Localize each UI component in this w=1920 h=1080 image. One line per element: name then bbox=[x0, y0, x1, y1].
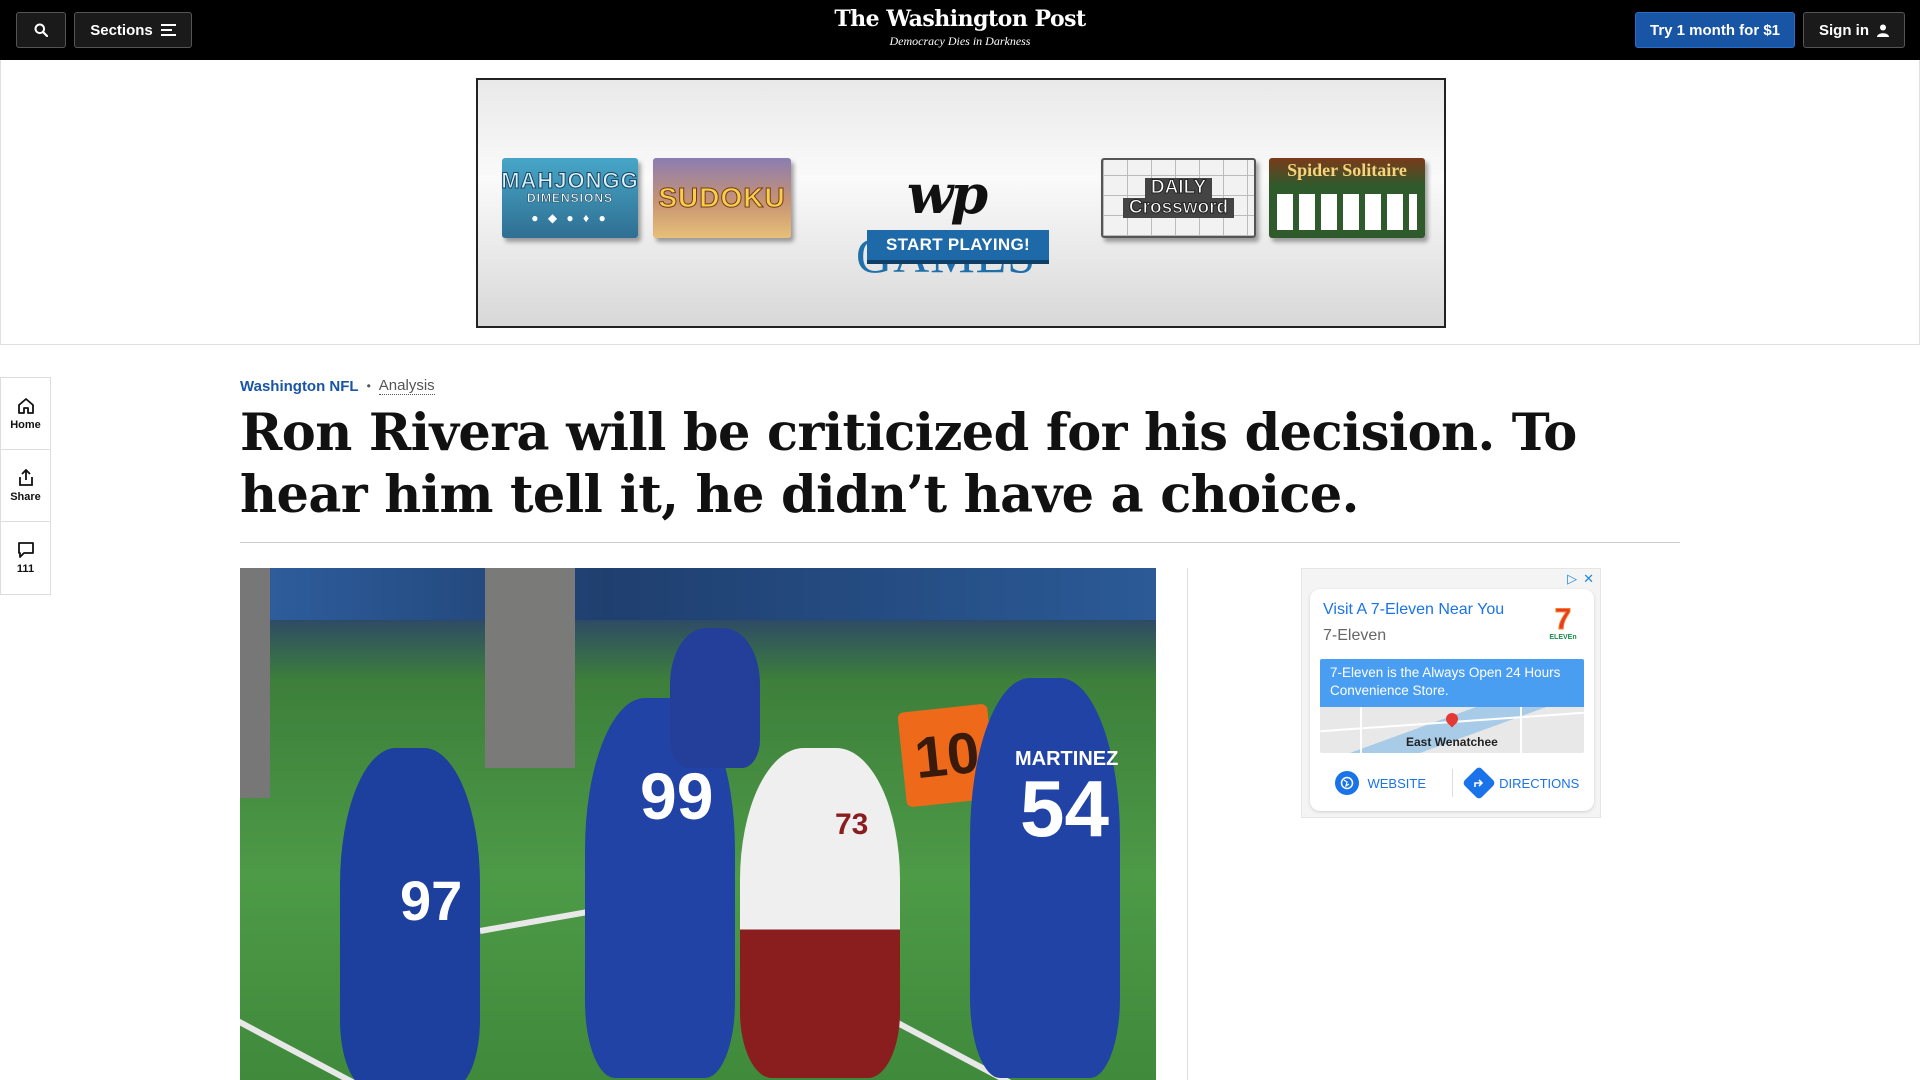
column-divider bbox=[1187, 568, 1188, 1080]
home-button[interactable]: Home bbox=[1, 378, 50, 450]
share-label: Share bbox=[10, 490, 41, 503]
website-button[interactable]: WEBSITE bbox=[1310, 771, 1452, 795]
seven-eleven-logo: 7 ELEVEn bbox=[1546, 603, 1580, 643]
player-54 bbox=[970, 678, 1120, 1078]
logo-seven: 7 bbox=[1554, 602, 1572, 636]
wp-mark: wp bbox=[906, 162, 988, 226]
sudoku-title: SUDOKU bbox=[658, 182, 786, 214]
ad-advertiser: 7-Eleven bbox=[1323, 627, 1387, 644]
wp-games-logo: wp GAMES bbox=[830, 162, 1062, 284]
player-back bbox=[670, 628, 760, 768]
mahjongg-subtitle: DIMENSIONS bbox=[526, 191, 613, 206]
home-label: Home bbox=[10, 418, 41, 431]
analysis-label[interactable]: Analysis bbox=[378, 377, 435, 395]
home-icon bbox=[17, 397, 34, 414]
crossword-title-1: DAILY bbox=[1144, 177, 1213, 198]
directions-label: DIRECTIONS bbox=[1499, 775, 1580, 791]
map-city-label: East Wenatchee bbox=[1406, 735, 1498, 749]
article-kicker: Washington NFL • Analysis bbox=[240, 377, 435, 395]
map-road bbox=[1520, 707, 1522, 753]
subscribe-button[interactable]: Try 1 month for $1 bbox=[1635, 12, 1795, 48]
share-icon bbox=[18, 468, 33, 486]
mahjongg-tiles-icon: ● ◆ ● ♦ ● bbox=[531, 211, 609, 225]
site-logo[interactable]: The Washington Post Democracy Dies in Da… bbox=[0, 6, 1920, 49]
left-action-rail: Home Share 111 bbox=[0, 377, 51, 595]
directions-icon bbox=[1462, 766, 1497, 800]
comment-icon bbox=[17, 542, 34, 558]
mahjongg-title: MAHJONGG bbox=[502, 168, 638, 193]
solitaire-title: Spider Solitaire bbox=[1287, 160, 1407, 180]
logo-tagline: Democracy Dies in Darkness bbox=[889, 34, 1031, 48]
jersey-number: 99 bbox=[640, 759, 714, 833]
website-label: WEBSITE bbox=[1367, 775, 1426, 791]
comments-button[interactable]: 111 bbox=[1, 522, 50, 594]
adchoices-icon[interactable]: ▷ bbox=[1567, 571, 1577, 587]
top-navigation-bar: Sections The Washington Post Democracy D… bbox=[0, 0, 1920, 60]
ad-title[interactable]: Visit A 7-Eleven Near You bbox=[1323, 601, 1504, 619]
jersey-number: 73 bbox=[835, 808, 869, 841]
ad-actions: WEBSITE DIRECTIONS bbox=[1310, 765, 1594, 801]
wp-games-ad[interactable]: MAHJONGG DIMENSIONS ● ◆ ● ♦ ● SUDOKU wp … bbox=[476, 78, 1446, 328]
sideline-person bbox=[485, 568, 575, 768]
article-headline: Ron Rivera will be criticized for his de… bbox=[240, 403, 1577, 525]
crossword-tile[interactable]: DAILY Crossword bbox=[1101, 158, 1256, 238]
comments-count: 111 bbox=[16, 563, 35, 575]
crossword-title-2: Crossword bbox=[1122, 197, 1235, 218]
start-playing-button[interactable]: START PLAYING! bbox=[867, 230, 1049, 264]
article-lead-photo[interactable]: 10 97 99 73 MARTINEZ 54 bbox=[240, 568, 1156, 1080]
ad-map[interactable]: East Wenatchee bbox=[1320, 707, 1584, 753]
globe-icon bbox=[1335, 771, 1360, 795]
top-ad-container: MAHJONGG DIMENSIONS ● ◆ ● ♦ ● SUDOKU wp … bbox=[0, 60, 1920, 345]
logo-title: The Washington Post bbox=[834, 6, 1086, 32]
directions-button[interactable]: DIRECTIONS bbox=[1453, 766, 1595, 800]
jersey-number: 54 bbox=[1020, 764, 1109, 853]
map-road bbox=[1360, 707, 1362, 753]
headline-divider bbox=[240, 542, 1680, 543]
solitaire-tile[interactable]: Spider Solitaire bbox=[1269, 158, 1425, 238]
local-ad[interactable]: ▷ ✕ Visit A 7-Eleven Near You 7-Eleven 7… bbox=[1301, 568, 1601, 818]
ad-card[interactable]: Visit A 7-Eleven Near You 7-Eleven 7 ELE… bbox=[1310, 589, 1594, 811]
player-73 bbox=[740, 748, 900, 1078]
share-button[interactable]: Share bbox=[1, 450, 50, 522]
playing-cards-icon bbox=[1277, 194, 1417, 230]
stadium-background bbox=[240, 568, 1156, 620]
sign-in-button[interactable]: Sign in bbox=[1803, 12, 1905, 48]
section-link[interactable]: Washington NFL bbox=[240, 378, 359, 395]
map-pin-icon bbox=[1443, 710, 1461, 728]
sideline-person bbox=[240, 568, 270, 798]
ad-description: 7-Eleven is the Always Open 24 Hours Con… bbox=[1320, 659, 1584, 707]
mahjongg-tile[interactable]: MAHJONGG DIMENSIONS ● ◆ ● ♦ ● bbox=[502, 158, 638, 238]
logo-eleven: ELEVEn bbox=[1549, 633, 1577, 641]
close-ad-icon[interactable]: ✕ bbox=[1583, 571, 1594, 587]
adchoices[interactable]: ▷ ✕ bbox=[1567, 571, 1594, 587]
kicker-separator: • bbox=[366, 379, 371, 393]
user-icon bbox=[1877, 24, 1889, 37]
sign-in-label: Sign in bbox=[1819, 21, 1869, 39]
sudoku-tile[interactable]: SUDOKU bbox=[653, 158, 791, 238]
jersey-number: 97 bbox=[400, 869, 463, 932]
